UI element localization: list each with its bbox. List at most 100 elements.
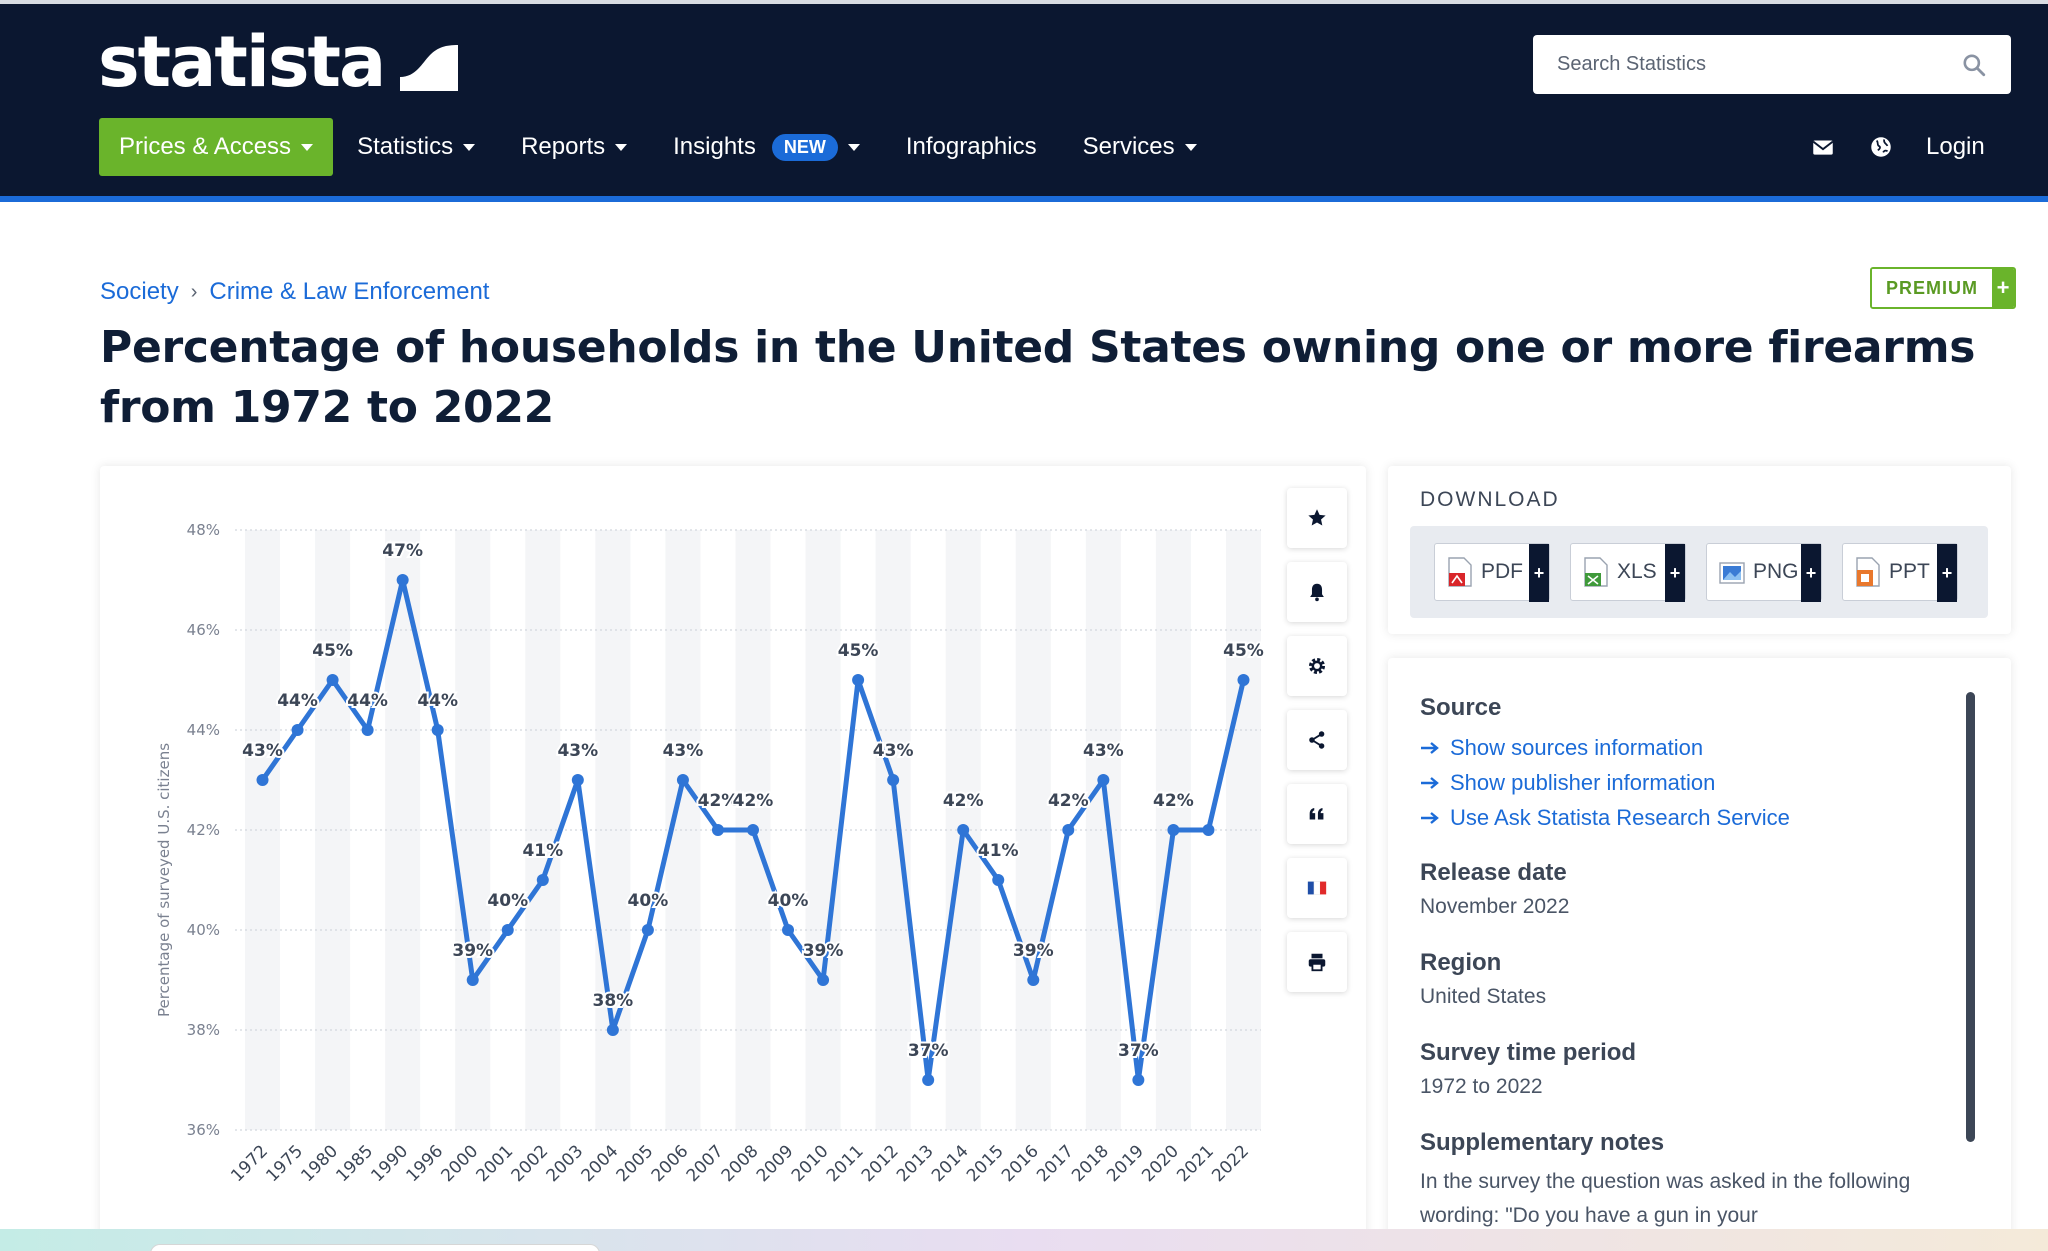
data-label: 42% [943, 791, 984, 811]
download-card: DOWNLOAD PDF + XLS + PNG + PPT + [1388, 466, 2011, 634]
data-point [922, 1074, 935, 1086]
x-tick-label: 2016 [998, 1141, 1043, 1186]
x-tick-label: 2009 [753, 1141, 798, 1186]
download-pdf-button[interactable]: PDF + [1434, 543, 1550, 602]
chart-toolbar [1287, 488, 1347, 1006]
nav-statistics[interactable]: Statistics [337, 118, 495, 176]
breadcrumb: Society › Crime & Law Enforcement [100, 278, 489, 306]
nav-insights[interactable]: Insights NEW [653, 118, 880, 176]
x-tick-label: 2007 [683, 1141, 728, 1186]
link-label: Use Ask Statista Research Service [1450, 804, 1790, 830]
info-scrollbar[interactable] [1966, 692, 1975, 1142]
favorite-button[interactable] [1287, 488, 1347, 548]
show-sources-link[interactable]: Show sources information [1420, 730, 1960, 765]
star-icon [1308, 509, 1326, 526]
data-label: 41% [522, 841, 563, 861]
line-chart: 36% 38% 40% 42% 44% 46% 48% Percentage of surve… [155, 521, 1266, 1186]
y-tick-label: 48% [187, 521, 220, 539]
survey-period-value: 1972 to 2022 [1420, 1075, 1543, 1098]
quote-icon [1309, 808, 1324, 820]
data-point [711, 824, 724, 836]
statista-logo[interactable]: statista [98, 21, 459, 103]
breadcrumb-crime[interactable]: Crime & Law Enforcement [209, 278, 489, 306]
x-tick-label: 2003 [543, 1141, 588, 1186]
download-ppt-label: PPT [1889, 560, 1930, 583]
x-tick-label: 2004 [578, 1141, 623, 1186]
ask-statista-link[interactable]: Use Ask Statista Research Service [1420, 800, 1960, 835]
data-label: 44% [277, 691, 318, 711]
search-input[interactable] [1557, 53, 1961, 76]
statistic-info-card: Source Show sources information Show pub… [1388, 658, 2011, 1251]
alert-button[interactable] [1287, 562, 1347, 622]
download-pdf-label: PDF [1481, 560, 1523, 583]
x-tick-label: 1972 [227, 1141, 272, 1186]
nav-label: Statistics [357, 133, 454, 160]
data-label: 44% [417, 691, 458, 711]
nav-services[interactable]: Services [1063, 118, 1217, 176]
data-label: 45% [312, 641, 353, 661]
data-label: 43% [557, 741, 598, 761]
download-plus: + [1801, 544, 1821, 602]
header-actions: Login [1810, 118, 1985, 176]
data-point [536, 874, 549, 886]
y-tick-label: 40% [187, 921, 220, 939]
x-tick-label: 1980 [297, 1141, 342, 1186]
flag-icon [1307, 881, 1327, 895]
x-tick-label: 2011 [823, 1141, 868, 1186]
data-label: 47% [382, 541, 423, 561]
search-box[interactable] [1533, 35, 2011, 94]
x-tick-label: 2019 [1103, 1141, 1148, 1186]
data-point [1132, 1074, 1145, 1086]
x-tick-label: 2022 [1208, 1141, 1253, 1186]
data-label: 42% [733, 791, 774, 811]
x-tick-label: 1990 [367, 1141, 412, 1186]
info-content: Source Show sources information Show pub… [1420, 694, 1960, 1233]
download-title: DOWNLOAD [1420, 488, 1560, 511]
x-tick-label: 2017 [1033, 1141, 1078, 1186]
release-date-value: November 2022 [1420, 895, 1570, 918]
premium-label: PREMIUM [1872, 269, 1992, 307]
logo-mark-icon [400, 33, 459, 91]
download-buttons: PDF + XLS + PNG + PPT + [1410, 526, 1988, 618]
language-button[interactable] [1287, 858, 1347, 918]
y-axis-label: Percentage of surveyed U.S. citizens [155, 743, 173, 1017]
login-link[interactable]: Login [1926, 133, 1985, 161]
search-icon[interactable] [1961, 52, 1987, 78]
cite-button[interactable] [1287, 784, 1347, 844]
taskbar-search-pill[interactable] [150, 1244, 600, 1251]
download-png-button[interactable]: PNG + [1706, 543, 1822, 602]
supplementary-notes-text: In the survey the question was asked in … [1420, 1170, 1911, 1227]
globe-icon[interactable] [1868, 134, 1894, 160]
download-plus: + [1937, 544, 1957, 602]
x-tick-label: 1975 [262, 1141, 307, 1186]
download-xls-label: XLS [1617, 560, 1657, 583]
breadcrumb-society[interactable]: Society [100, 278, 179, 306]
logo-text: statista [98, 21, 386, 103]
data-label: 40% [487, 891, 528, 911]
page-title: Percentage of households in the United S… [100, 322, 1976, 433]
data-label: 37% [908, 1041, 949, 1061]
settings-button[interactable] [1287, 636, 1347, 696]
print-button[interactable] [1287, 932, 1347, 992]
nav-label: Services [1082, 133, 1175, 160]
x-tick-label: 2014 [928, 1141, 973, 1186]
premium-badge[interactable]: PREMIUM + [1870, 267, 2016, 309]
caret-down-icon [615, 143, 628, 151]
new-badge: NEW [771, 133, 838, 161]
data-label: 38% [593, 991, 634, 1011]
download-png-label: PNG [1753, 560, 1799, 583]
data-point [501, 924, 514, 936]
data-point [466, 974, 479, 986]
nav-prices-access[interactable]: Prices & Access [99, 118, 334, 176]
share-button[interactable] [1287, 710, 1347, 770]
data-label: 42% [1048, 791, 1089, 811]
download-xls-button[interactable]: XLS + [1570, 543, 1686, 602]
nav-infographics[interactable]: Infographics [886, 118, 1057, 176]
download-ppt-button[interactable]: PPT + [1842, 543, 1958, 602]
show-publisher-link[interactable]: Show publisher information [1420, 765, 1960, 800]
header-accent-line [0, 196, 2048, 202]
print-icon [1308, 953, 1326, 972]
mail-icon[interactable] [1810, 134, 1836, 160]
data-label: 39% [452, 941, 493, 961]
nav-reports[interactable]: Reports [501, 118, 647, 176]
